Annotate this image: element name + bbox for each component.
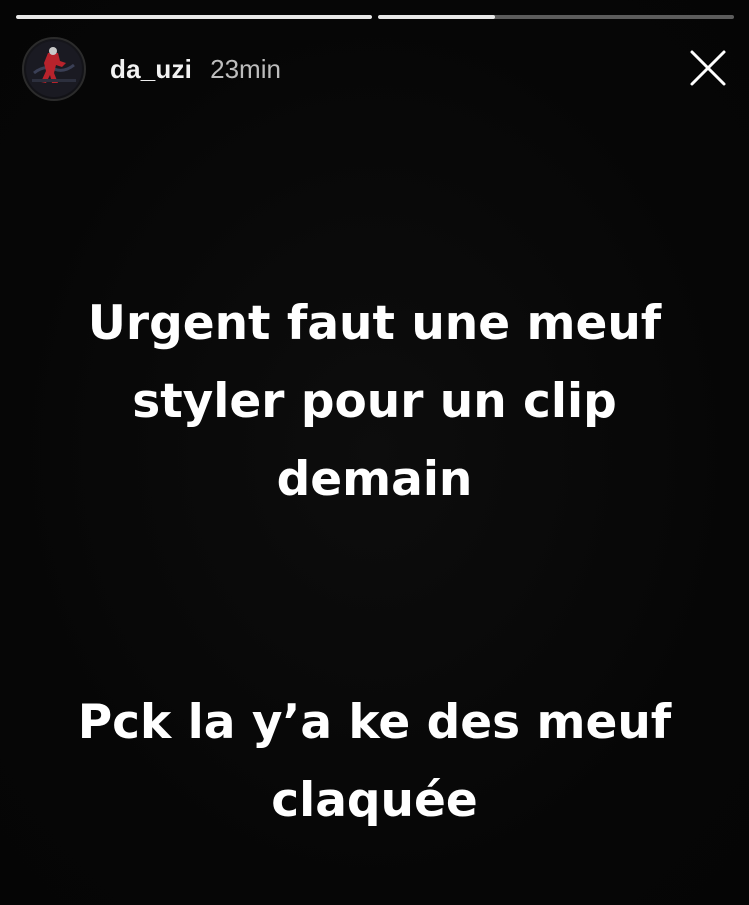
timestamp: 23min — [210, 53, 281, 84]
close-button[interactable] — [688, 48, 728, 88]
progress-fill — [378, 15, 496, 19]
avatar[interactable] — [22, 37, 86, 101]
progress-segment-2 — [378, 15, 734, 19]
story-header: da_uzi 23min — [22, 36, 281, 102]
story-text-line: demain — [276, 452, 473, 507]
story-viewer[interactable]: da_uzi 23min Urgent faut une meuf styler… — [0, 0, 749, 905]
close-icon — [690, 50, 726, 86]
story-text-line: Urgent faut une meuf — [87, 296, 662, 351]
progress-segment-1 — [16, 15, 372, 19]
profile-avatar-icon — [26, 41, 82, 97]
progress-fill — [16, 15, 372, 19]
story-text-line: claquée — [271, 773, 478, 828]
story-text-line: styler pour un clip — [132, 374, 617, 429]
story-progress-bar — [16, 15, 734, 19]
story-text-line: Pck la y’a ke des meuf — [77, 695, 672, 750]
story-text-block: Urgent faut une meuf styler pour un clip… — [20, 285, 729, 519]
story-text-block: Pck la y’a ke des meuf claquée — [20, 684, 729, 840]
username[interactable]: da_uzi — [110, 54, 192, 85]
